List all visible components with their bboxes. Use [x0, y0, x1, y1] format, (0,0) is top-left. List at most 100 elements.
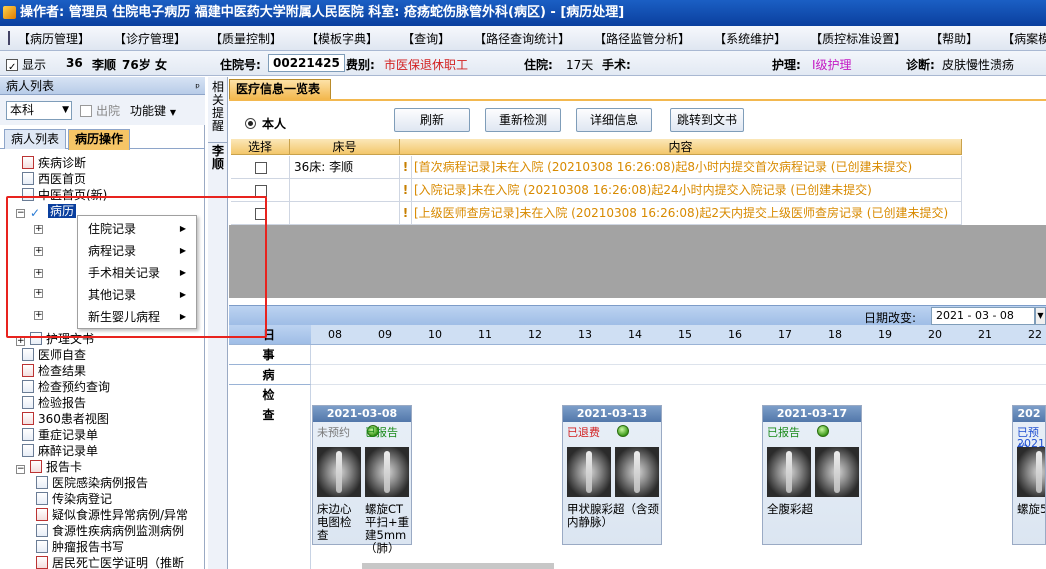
tree-item[interactable]: 360患者视图 [22, 411, 109, 427]
dept-select-value: 本科 [10, 103, 35, 117]
radio-icon[interactable] [245, 118, 256, 129]
day-tick: 20 [928, 328, 942, 341]
xray-thumbnail[interactable] [1017, 447, 1045, 497]
exam-caption: 床边心电图检查 [317, 502, 352, 542]
document-icon [36, 540, 48, 553]
tree-item[interactable]: 麻醉记录单 [22, 443, 98, 459]
tab-patient-list[interactable]: 病人列表 [4, 129, 67, 149]
bed-cell [290, 179, 400, 202]
refresh-button[interactable]: 刷新 [394, 108, 470, 132]
menu-item-case-module[interactable]: 【病案模块】 [1002, 30, 1046, 47]
dept-select[interactable]: 本科 ▼ [6, 101, 72, 120]
exam-card[interactable]: 2021-03-17 已报告 全腹彩超 [762, 405, 862, 545]
tree-item[interactable]: 检查预约查询 [22, 379, 110, 395]
exam-card[interactable]: 202已预约20210螺旋5mm [1012, 405, 1046, 545]
xray-thumbnail[interactable] [815, 447, 859, 497]
warning-icon: ! [400, 202, 412, 225]
exam-card[interactable]: 2021-03-08 未预约 床边心电图检查 已报告 螺旋CT平扫+重建5mm（肺） [312, 405, 412, 555]
collapse-icon[interactable]: − [16, 465, 25, 474]
reminders-tab[interactable]: 相关提醒 [212, 81, 224, 133]
alert-row[interactable]: ! [上级医师查房记录]未在入院 (20210308 16:26:08)起2天内提… [231, 202, 962, 225]
condition-row [311, 365, 1046, 385]
left-tabs: 病人列表 病历操作 [0, 129, 205, 150]
show-checkbox[interactable]: 显示 [6, 56, 46, 73]
tree-item[interactable]: − 报告卡 [16, 459, 82, 475]
goto-document-button[interactable]: 跳转到文书 [670, 108, 744, 132]
exam-status: 已退费 [567, 426, 600, 439]
details-button[interactable]: 详细信息 [576, 108, 652, 132]
patient-tab[interactable]: 李顺 [212, 145, 224, 171]
row-checkbox[interactable] [255, 162, 267, 174]
chevron-down-icon[interactable]: ▼ [1035, 307, 1046, 325]
tree-item-label: 麻醉记录单 [38, 444, 99, 458]
tree-item[interactable]: 肿瘤报告书写 [36, 539, 124, 555]
day-tick: 11 [478, 328, 492, 341]
tab-record-operation[interactable]: 病历操作 [68, 129, 131, 150]
xray-thumbnail[interactable] [317, 447, 361, 497]
tree-item[interactable]: 医师自查 [22, 347, 86, 363]
exam-card[interactable]: 2021-03-13 已退费 甲状腺彩超（含颈内静脉） [562, 405, 662, 545]
alert-row[interactable]: ! [入院记录]未在入院 (20210308 16:26:08)起24小时内提交入… [231, 179, 962, 202]
tree-item[interactable]: 疑似食源性异常病例/异常 [36, 507, 188, 523]
tree-item-label: 检查预约查询 [38, 380, 111, 394]
exam-caption: 全腹彩超 [767, 502, 813, 516]
tree-item[interactable]: 医院感染病例报告 [36, 475, 148, 491]
patient-age: 76岁 [122, 58, 151, 72]
grid-header-content: 内容 [400, 139, 962, 155]
tree-item[interactable]: 西医首页 [22, 171, 86, 187]
xray-thumbnail[interactable] [615, 447, 659, 497]
menu-item-path-stats[interactable]: 【路径查询统计】 [474, 30, 570, 47]
stay-label: 住院: [524, 58, 553, 72]
menu-item-quality[interactable]: 【质量控制】 [210, 30, 282, 47]
menu-item-maintenance[interactable]: 【系统维护】 [714, 30, 786, 47]
tree-item[interactable]: 食源性疾病病例监测病例 [36, 523, 184, 539]
exam-caption: 甲状腺彩超（含颈内静脉） [567, 502, 659, 529]
discharge-label: 出院 [96, 104, 121, 118]
grid-empty-area [229, 225, 1046, 298]
document-icon [30, 460, 42, 473]
menu-item-query[interactable]: 【查询】 [402, 30, 450, 47]
document-icon [22, 172, 34, 185]
document-icon [22, 444, 34, 457]
chevron-down-icon: ▼ [62, 105, 69, 115]
menu-item-qc-standard[interactable]: 【质控标准设置】 [810, 30, 906, 47]
tree-item[interactable]: 重症记录单 [22, 427, 98, 443]
warning-icon: ! [400, 179, 412, 202]
document-icon [22, 348, 34, 361]
menu-item-help[interactable]: 【帮助】 [930, 30, 978, 47]
tree-item[interactable]: 检验报告 [22, 395, 86, 411]
menu-item-diagnosis[interactable]: 【诊疗管理】 [114, 30, 186, 47]
tree-item-label: 重症记录单 [38, 428, 99, 442]
tab-medical-info[interactable]: 医疗信息一览表 [229, 79, 332, 99]
window-title-bar: 操作者: 管理员 住院电子病历 福建中医药大学附属人民医院 科室: 疮疡蛇伤脉管… [0, 0, 1046, 26]
tree-item-label: 疾病诊断 [38, 156, 87, 170]
expand-icon[interactable]: + [16, 337, 25, 346]
document-icon [36, 508, 48, 521]
menu-item-path-analysis[interactable]: 【路径监管分析】 [594, 30, 690, 47]
content-cell: [上级医师查房记录]未在入院 (20210308 16:26:08)起2天内提交… [412, 202, 962, 225]
xray-thumbnail[interactable] [365, 447, 409, 497]
checkbox-icon[interactable] [6, 59, 18, 71]
horizontal-scrollbar[interactable] [362, 563, 554, 569]
app-menu-icon[interactable] [8, 31, 10, 45]
checkbox-icon[interactable] [80, 105, 92, 117]
select-cell [231, 156, 290, 179]
document-icon [22, 412, 34, 425]
menu-item-templates[interactable]: 【模板字典】 [306, 30, 378, 47]
tree-item[interactable]: 居民死亡医学证明（推断 [36, 555, 184, 569]
recheck-button[interactable]: 重新检测 [485, 108, 561, 132]
alert-row[interactable]: 36床: 李顺! [首次病程记录]未在入院 (20210308 16:26:08)… [231, 156, 962, 179]
discharge-checkbox[interactable]: 出院 [80, 102, 120, 119]
tree-item[interactable]: 传染病登记 [36, 491, 112, 507]
xray-thumbnail[interactable] [567, 447, 611, 497]
tree-item[interactable]: 检查结果 [22, 363, 86, 379]
self-radio[interactable]: 本人 [245, 115, 286, 132]
tree-item[interactable]: 疾病诊断 [22, 155, 86, 171]
menu-item-records[interactable]: 【病历管理】 [18, 30, 90, 47]
function-key-dropdown[interactable]: 功能键 ▼ [130, 102, 176, 119]
date-picker[interactable]: 2021 - 03 - 08 [931, 307, 1035, 325]
document-icon [22, 364, 34, 377]
chevron-down-icon: ▼ [169, 108, 176, 117]
xray-thumbnail[interactable] [767, 447, 811, 497]
self-radio-label: 本人 [262, 117, 287, 131]
